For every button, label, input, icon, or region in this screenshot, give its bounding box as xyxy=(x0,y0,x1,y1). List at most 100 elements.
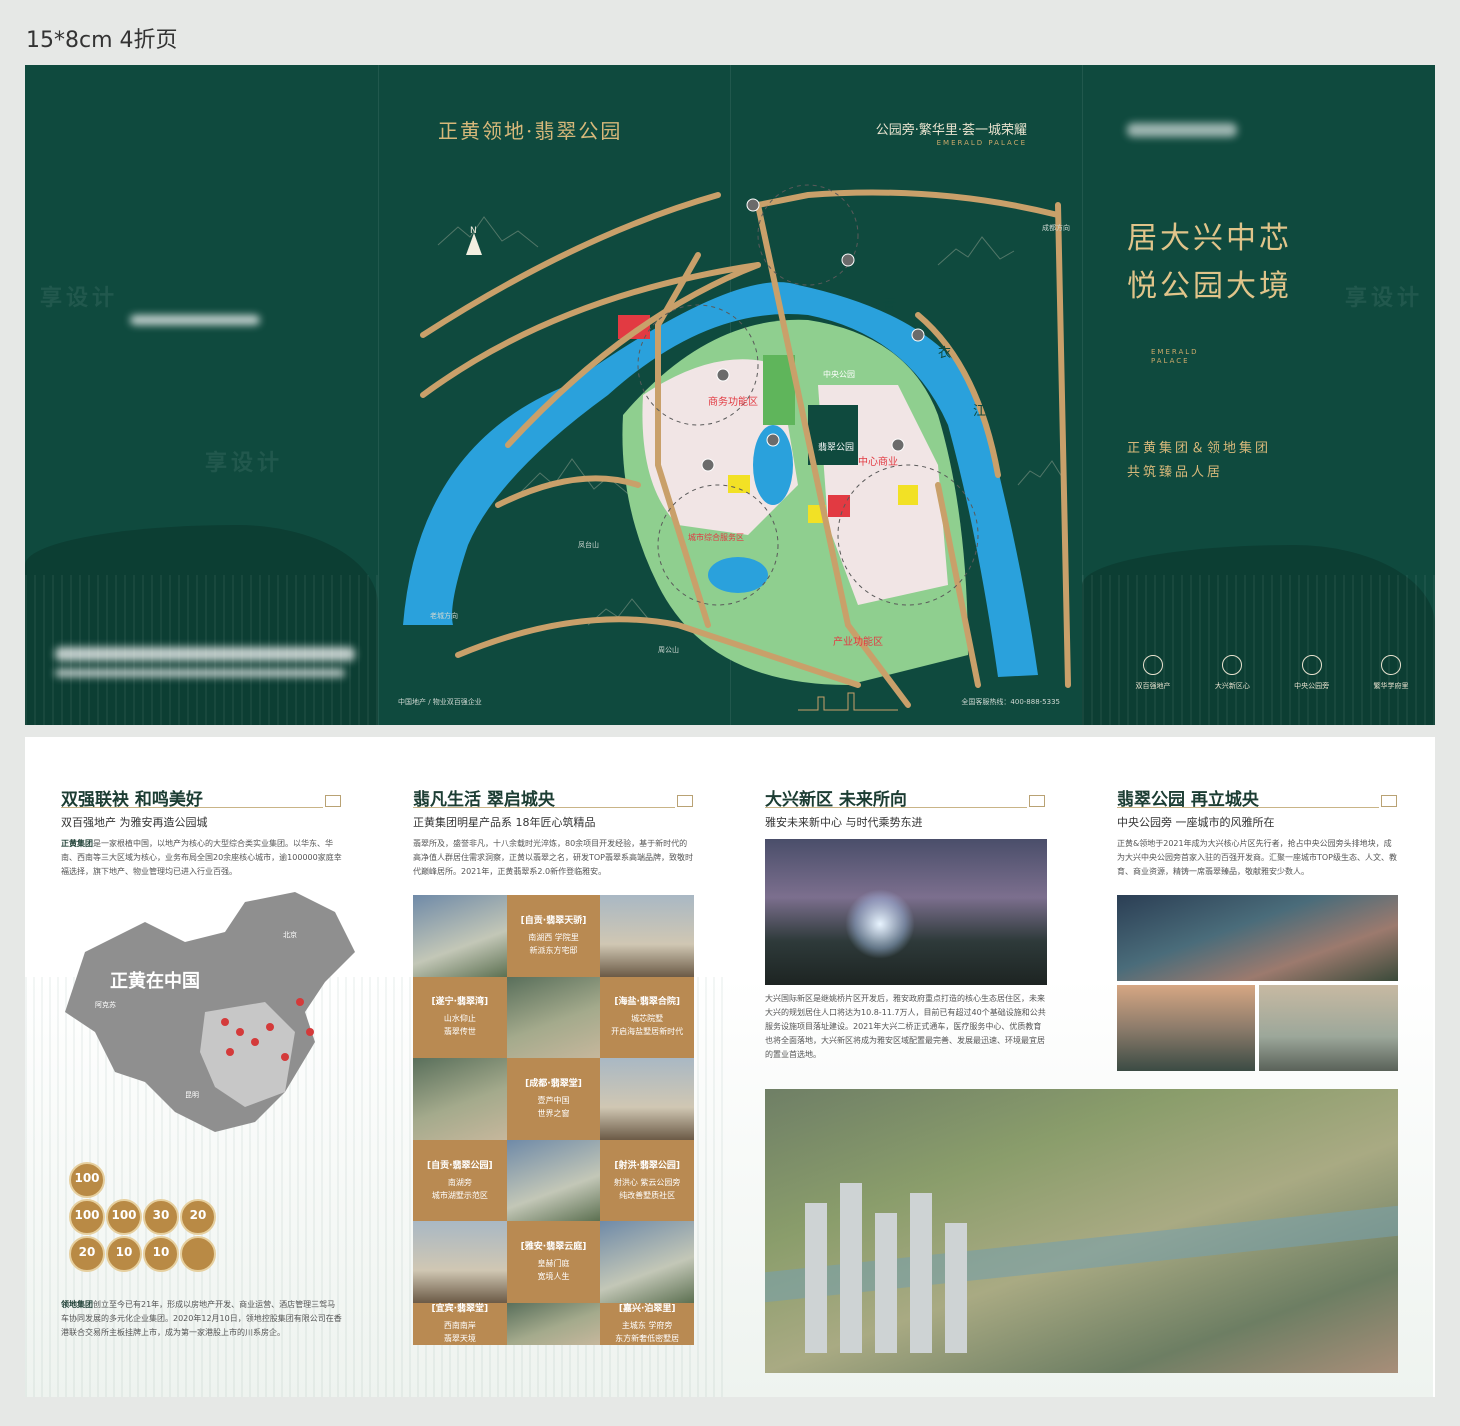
panel-body: 翡翠所及，盛誉非凡，十八余载时光淬炼，80余项目开发经验，基于新时代的高净值人群… xyxy=(413,839,694,876)
logo-mark-icon xyxy=(325,795,341,807)
logo-mark-icon xyxy=(1381,795,1397,807)
panel-subtitle: 雅安未来新中心 与时代乘势东进 xyxy=(765,816,923,829)
footer-left: 中国地产 / 物业双百强企业 xyxy=(398,698,482,706)
panel-body: 正黄集团是一家根植中国，以地产为核心的大型综合类实业集团。以华东、华南、西南等三… xyxy=(61,839,342,876)
inner-spread: 双强联袂 和鸣美好 双百强地产 为雅安再造公园城 正黄集团是一家根植中国，以地产… xyxy=(25,737,1435,1397)
zone-label: 城市综合服务区 xyxy=(688,532,744,542)
award-badge: 20 xyxy=(180,1199,216,1235)
watermark: 享设计 xyxy=(40,286,119,311)
project-card: [成都·翡翠堂] 壹芦中国 世界之窗 xyxy=(506,1058,601,1140)
mountain-label: 周公山 xyxy=(658,645,679,654)
city-label: 昆明 xyxy=(185,1091,199,1099)
cover-headline: 居大兴中芯 悦公园大境 xyxy=(1127,215,1292,311)
project-card: [宜宾·翡翠堂] 西南南岸 翡翠天境 xyxy=(413,1302,507,1345)
panel-subtitle: 中央公园旁 一座城市的风雅所在 xyxy=(1117,816,1275,829)
project-photo xyxy=(413,1058,507,1140)
award-badge: 30 xyxy=(143,1199,179,1235)
back-flap-panel xyxy=(25,65,378,725)
city-label: 阿克苏 xyxy=(95,1000,116,1009)
zone-label: 翡翠公园 xyxy=(818,441,854,453)
award-badge: 100 xyxy=(106,1199,142,1235)
river-label: 青 xyxy=(883,298,896,313)
sunset-tower-photo xyxy=(1117,985,1255,1071)
outer-spread: 正黄领地·翡翠公园 公园旁·繁华里·荟一城荣耀 EMERALD PALACE N… xyxy=(25,65,1435,725)
blurred-logo xyxy=(1127,123,1237,137)
feature-item: 中央公园旁 xyxy=(1281,655,1343,691)
blurred-text xyxy=(55,647,355,661)
headline-line-2: 悦公园大境 xyxy=(1127,269,1292,304)
logo-mark-icon xyxy=(1029,795,1045,807)
project-photo xyxy=(600,1221,694,1303)
compass-icon xyxy=(1222,655,1243,675)
award-badge: 20 xyxy=(69,1236,105,1272)
svg-text:N: N xyxy=(470,226,477,236)
project-grid: [自贡·翡翠天骄] 南湖西 学院里 新派东方宅邸 [遂宁·翡翠湾] 山水仰止 翡翠传世 … xyxy=(413,895,694,1345)
feature-icons: 双百强地产 大兴新区心 中央公园旁 繁华学府里 xyxy=(1122,655,1422,691)
panel-body: 大兴国际新区是继姚桥片区开发后，雅安政府重点打造的核心生态居住区，未来大兴的规划… xyxy=(765,994,1046,1059)
river-label: 江 xyxy=(973,404,986,419)
zone-label: 产业功能区 xyxy=(833,635,883,648)
logo-mark-icon xyxy=(677,795,693,807)
building-photo xyxy=(1259,985,1398,1071)
project-photo xyxy=(600,1058,694,1140)
zone-label: 商务功能区 xyxy=(708,395,758,408)
zone-label: 中央公园 xyxy=(823,369,855,379)
zone-label: 中心商业 xyxy=(858,455,898,468)
park-aerial-photo xyxy=(1117,895,1398,981)
inner-panel-2: 翡凡生活 翠启城央 正黄集团明星产品系 18年匠心筑精品 翡翠所及，盛誉非凡，十… xyxy=(377,737,729,1397)
panel-subtitle: 正黄集团明星产品系 18年匠心筑精品 xyxy=(413,816,596,829)
park-icon xyxy=(1301,655,1322,675)
map-panel: 正黄领地·翡翠公园 公园旁·繁华里·荟一城荣耀 EMERALD PALACE N… xyxy=(378,65,1082,725)
project-card: [遂宁·翡翠湾] 山水仰止 翡翠传世 xyxy=(413,976,507,1059)
award-badge: 100 xyxy=(69,1162,105,1198)
award-badge xyxy=(180,1236,216,1272)
panel-body-2: 领地集团创立至今已有21年，形成以房地产开发、商业运营、酒店管理三驾马车协同发展… xyxy=(61,1300,342,1337)
spec-label: 15*8cm 4折页 xyxy=(26,28,178,53)
building-icon xyxy=(1143,655,1163,675)
project-photo xyxy=(413,895,507,977)
hotline: 全国客服热线：400-888-5335 xyxy=(961,698,1060,706)
project-photo xyxy=(600,895,694,977)
project-card: [射洪·翡翠公园] 射洪心 紫云公园旁 纯改善墅质社区 xyxy=(600,1139,694,1222)
project-card: [雅安·翡翠云庭] 皇赫门庭 宽境人生 xyxy=(506,1221,601,1303)
project-photo xyxy=(413,1221,507,1303)
project-card: [海盐·翡翠合院] 城芯院墅 开启海盐墅居新时代 xyxy=(600,976,694,1059)
map-slogan-text: 正黄在中国 xyxy=(110,970,200,992)
watermark: 享设计 xyxy=(205,451,284,476)
inner-panel-4: 翡翠公园 再立城央 中央公园旁 一座城市的风雅所在 正黄&领地于2021年成为大… xyxy=(1081,737,1433,1397)
project-photo xyxy=(506,976,601,1059)
water-icon xyxy=(1380,655,1401,675)
award-badge: 10 xyxy=(106,1236,142,1272)
direction-label: 老城方向 xyxy=(430,611,458,620)
night-city-photo xyxy=(765,839,1047,985)
feature-item: 双百强地产 xyxy=(1122,655,1184,691)
location-map: N 青 衣 江 凤台山 周公山 产业功能区 城市综合服务区 商务功能区 中央公园… xyxy=(403,184,1071,711)
feature-item: 繁华学府里 xyxy=(1360,655,1422,691)
project-photo xyxy=(506,1139,601,1222)
award-badge: 100 xyxy=(69,1199,105,1235)
north-arrow-icon: N xyxy=(466,226,482,255)
headline-line-1: 居大兴中芯 xyxy=(1127,221,1292,256)
project-card: [嘉兴·泊翠里] 主城东 学府旁 东方新奢低密墅居 xyxy=(600,1302,694,1345)
city-label: 北京 xyxy=(283,930,297,939)
river-label: 衣 xyxy=(938,345,951,361)
project-photo xyxy=(506,1302,601,1345)
panel-body: 正黄&领地于2021年成为大兴核心片区先行者，抢占中央公园旁头排地块，成为大兴中… xyxy=(1117,839,1398,876)
decorative-stripes xyxy=(1082,575,1435,725)
blurred-text xyxy=(130,315,260,325)
front-cover-panel: 居大兴中芯 悦公园大境 EMERALD PALACE 正黄集团＆领地集团 共筑臻… xyxy=(1082,65,1435,725)
emerald-palace-logo: EMERALD PALACE xyxy=(1151,348,1199,365)
watermark: 享设计 xyxy=(1345,286,1424,311)
inner-panel-3: 大兴新区 未来所向 雅安未来新中心 与时代乘势东进 大兴国际新区是继姚桥片区开发… xyxy=(729,737,1433,1397)
panel-subtitle: 双百强地产 为雅安再造公园城 xyxy=(61,816,208,829)
feature-item: 大兴新区心 xyxy=(1201,655,1263,691)
project-card: [自贡·翡翠公园] 南湖旁 城市湖墅示范区 xyxy=(413,1139,507,1222)
mountain-label: 凤台山 xyxy=(578,540,599,549)
project-card: [自贡·翡翠天骄] 南湖西 学院里 新派东方宅邸 xyxy=(506,895,601,977)
joint-venture-text: 正黄集团＆领地集团 共筑臻品人居 xyxy=(1127,441,1272,480)
blurred-text xyxy=(55,669,345,677)
inner-panel-1: 双强联袂 和鸣美好 双百强地产 为雅安再造公园城 正黄集团是一家根植中国，以地产… xyxy=(25,737,377,1397)
award-badge: 10 xyxy=(143,1236,179,1272)
direction-label: 成都方向 xyxy=(1042,223,1070,232)
china-map: 正黄在中国 北京 阿克苏 昆明 xyxy=(65,892,355,1132)
